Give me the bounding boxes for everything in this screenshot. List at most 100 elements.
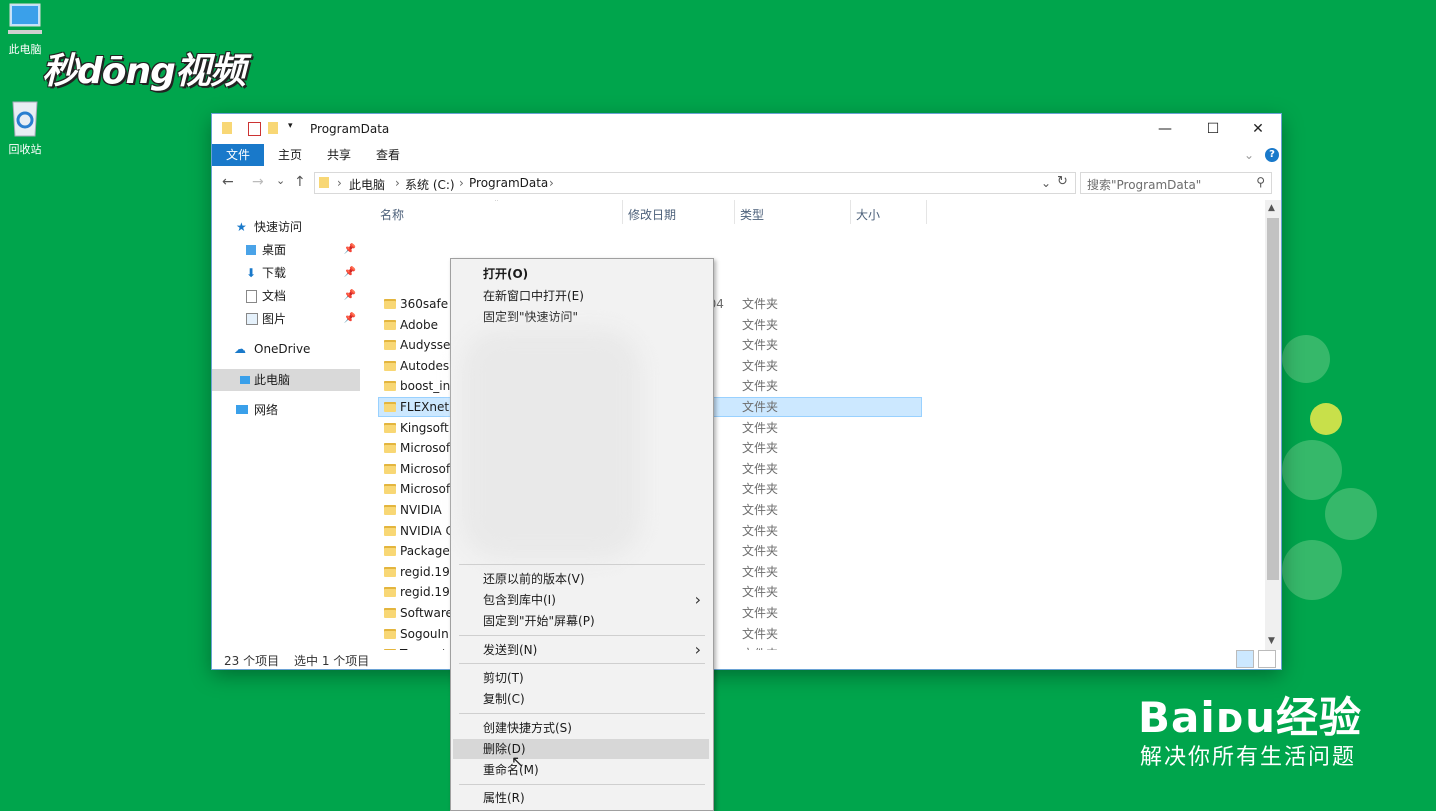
- menu-item-properties[interactable]: 属性(R): [453, 788, 709, 808]
- chevron-down-icon[interactable]: ⌄: [1244, 144, 1254, 166]
- chevron-right-icon[interactable]: ›: [337, 176, 342, 190]
- menu-label: 剪切(T): [483, 671, 524, 685]
- breadcrumb-this-pc[interactable]: 此电脑: [349, 176, 385, 193]
- pin-icon[interactable]: 📌: [344, 239, 356, 261]
- column-divider[interactable]: [622, 200, 623, 224]
- help-icon[interactable]: ?: [1265, 148, 1279, 162]
- row-name: Audyssey: [400, 338, 458, 353]
- tab-home[interactable]: 主页: [278, 144, 302, 166]
- menu-item-copy[interactable]: 复制(C): [453, 689, 709, 709]
- title-bar[interactable]: ▾ ProgramData — ☐ ✕: [212, 114, 1281, 144]
- nav-network[interactable]: 网络: [212, 399, 360, 421]
- decorative-circle: [1325, 488, 1377, 540]
- tab-file[interactable]: 文件: [212, 144, 264, 166]
- mouse-cursor-icon: ↖: [511, 752, 525, 771]
- nav-documents[interactable]: 文档 📌: [212, 285, 360, 307]
- forward-button[interactable]: →: [252, 174, 264, 190]
- menu-label: 在新窗口中打开(E): [483, 289, 584, 303]
- menu-item-pin-start[interactable]: 固定到"开始"屏幕(P): [453, 611, 709, 631]
- folder-icon: [384, 340, 396, 351]
- desktop-folder-icon: [246, 245, 256, 255]
- nav-downloads[interactable]: ⬇ 下载 📌: [212, 262, 360, 284]
- menu-label: 创建快捷方式(S): [483, 721, 572, 735]
- pin-icon[interactable]: 📌: [344, 262, 356, 284]
- menu-item-open[interactable]: 打开(O): [453, 264, 709, 284]
- download-icon: ⬇: [246, 266, 257, 280]
- refresh-button[interactable]: ↻: [1057, 174, 1068, 189]
- menu-item-pin-quick-access[interactable]: 固定到"快速访问": [453, 307, 709, 327]
- decorative-circle: [1282, 335, 1330, 383]
- pin-icon[interactable]: 📌: [344, 308, 356, 330]
- nav-desktop[interactable]: 桌面 📌: [212, 239, 360, 261]
- column-header-size[interactable]: 大小: [856, 206, 880, 223]
- folder-icon: [384, 381, 396, 392]
- column-header-type[interactable]: 类型: [740, 206, 764, 223]
- blurred-region: [461, 329, 641, 559]
- nav-label: OneDrive: [254, 342, 311, 356]
- menu-item-restore-versions[interactable]: 还原以前的版本(V): [453, 569, 709, 589]
- details-view-icon[interactable]: [1236, 650, 1254, 668]
- menu-separator: [459, 713, 705, 714]
- menu-item-rename[interactable]: 重命名(M): [453, 760, 709, 780]
- scroll-down-icon[interactable]: ▼: [1268, 636, 1275, 646]
- large-icons-view-icon[interactable]: [1258, 650, 1276, 668]
- column-header-date[interactable]: 修改日期: [628, 206, 676, 223]
- up-button[interactable]: ↑: [294, 174, 306, 190]
- new-folder-icon[interactable]: [268, 122, 278, 134]
- folder-icon: [384, 566, 396, 577]
- vertical-scrollbar[interactable]: ▲ ▼: [1265, 200, 1281, 650]
- row-type: 文件夹: [742, 461, 779, 476]
- decorative-circle: [1282, 440, 1342, 500]
- maximize-button[interactable]: ☐: [1190, 114, 1236, 144]
- menu-label: 打开(O): [483, 267, 529, 281]
- pin-icon[interactable]: 📌: [344, 285, 356, 307]
- chevron-right-icon[interactable]: ›: [459, 176, 464, 190]
- nav-onedrive[interactable]: ☁ OneDrive: [212, 338, 360, 360]
- column-divider[interactable]: [734, 200, 735, 224]
- nav-pictures[interactable]: 图片 📌: [212, 308, 360, 330]
- scrollbar-thumb[interactable]: [1267, 218, 1279, 580]
- menu-item-open-new-window[interactable]: 在新窗口中打开(E): [453, 286, 709, 306]
- menu-label: 包含到库中(I): [483, 593, 556, 607]
- chevron-down-icon[interactable]: ▾: [288, 121, 293, 131]
- search-input[interactable]: 搜索"ProgramData" ⚲: [1080, 172, 1272, 194]
- chevron-right-icon[interactable]: ›: [395, 176, 400, 190]
- breadcrumb-drive-c[interactable]: 系统 (C:): [405, 176, 455, 193]
- breadcrumb-programdata[interactable]: ProgramData: [469, 176, 548, 190]
- tab-view[interactable]: 查看: [376, 144, 400, 166]
- menu-item-send-to[interactable]: 发送到(N) ›: [453, 640, 709, 660]
- baidu-slogan: 解决你所有生活问题: [1140, 745, 1357, 770]
- row-name: Microsof: [400, 441, 451, 456]
- back-button[interactable]: ←: [222, 174, 234, 190]
- close-button[interactable]: ✕: [1235, 114, 1281, 144]
- recent-locations-button[interactable]: ⌄: [276, 174, 285, 187]
- scroll-up-icon[interactable]: ▲: [1268, 203, 1275, 213]
- menu-label: 发送到(N): [483, 643, 538, 657]
- menu-item-delete[interactable]: 删除(D): [453, 739, 709, 759]
- minimize-button[interactable]: —: [1142, 114, 1188, 144]
- nav-quick-access[interactable]: ★ 快速访问: [212, 216, 360, 238]
- navigation-bar: ← → ⌄ ↑ › 此电脑 › 系统 (C:) › ProgramData › …: [212, 170, 1281, 196]
- row-type: 文件夹: [742, 523, 779, 538]
- properties-icon[interactable]: [248, 122, 261, 136]
- address-bar[interactable]: › 此电脑 › 系统 (C:) › ProgramData › ⌄ ↻: [314, 172, 1076, 194]
- nav-this-pc[interactable]: 此电脑: [212, 369, 360, 391]
- menu-item-cut[interactable]: 剪切(T): [453, 668, 709, 688]
- column-divider[interactable]: [926, 200, 927, 224]
- search-icon[interactable]: ⚲: [1256, 175, 1265, 189]
- menu-item-include-library[interactable]: 包含到库中(I) ›: [453, 590, 709, 610]
- ribbon-tabs: 文件 主页 共享 查看 ⌄ ?: [212, 144, 1281, 166]
- row-name: SogouIn: [400, 626, 449, 641]
- tab-share[interactable]: 共享: [327, 144, 351, 166]
- desktop-icon-recycle-bin[interactable]: 回收站: [0, 98, 50, 157]
- address-dropdown-icon[interactable]: ⌄: [1041, 176, 1051, 190]
- chevron-right-icon[interactable]: ›: [549, 176, 554, 190]
- menu-label: 属性(R): [483, 791, 525, 805]
- row-type: 文件夹: [742, 358, 779, 373]
- selected-count: 选中 1 个项目: [294, 654, 370, 668]
- menu-item-create-shortcut[interactable]: 创建快捷方式(S): [453, 718, 709, 738]
- sort-arrow-icon: ˄: [494, 200, 499, 209]
- column-divider[interactable]: [850, 200, 851, 224]
- row-type: 文件夹: [742, 585, 779, 600]
- column-header-name[interactable]: 名称: [380, 206, 404, 223]
